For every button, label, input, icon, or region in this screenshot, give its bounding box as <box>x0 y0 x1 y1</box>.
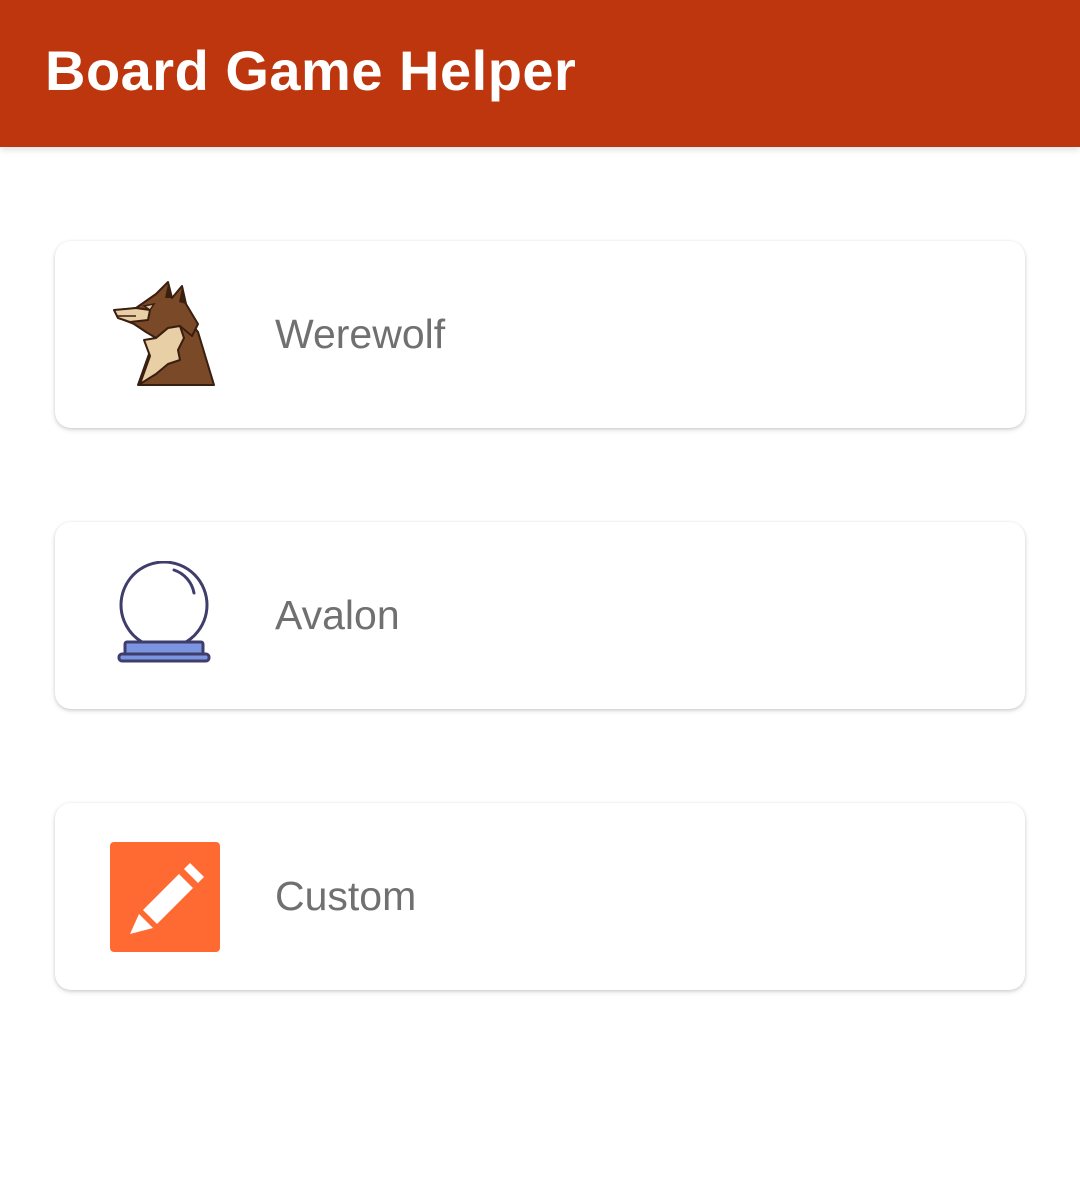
game-card-avalon[interactable]: Avalon <box>55 522 1025 709</box>
game-card-werewolf[interactable]: Werewolf <box>55 241 1025 428</box>
game-label-avalon: Avalon <box>275 592 400 638</box>
pencil-edit-icon <box>110 842 220 952</box>
game-label-custom: Custom <box>275 873 417 919</box>
werewolf-icon <box>110 280 220 390</box>
crystal-ball-icon <box>110 561 220 671</box>
game-list: Werewolf Avalon Custom <box>0 0 1080 1199</box>
game-card-custom[interactable]: Custom <box>55 803 1025 990</box>
game-label-werewolf: Werewolf <box>275 311 446 357</box>
